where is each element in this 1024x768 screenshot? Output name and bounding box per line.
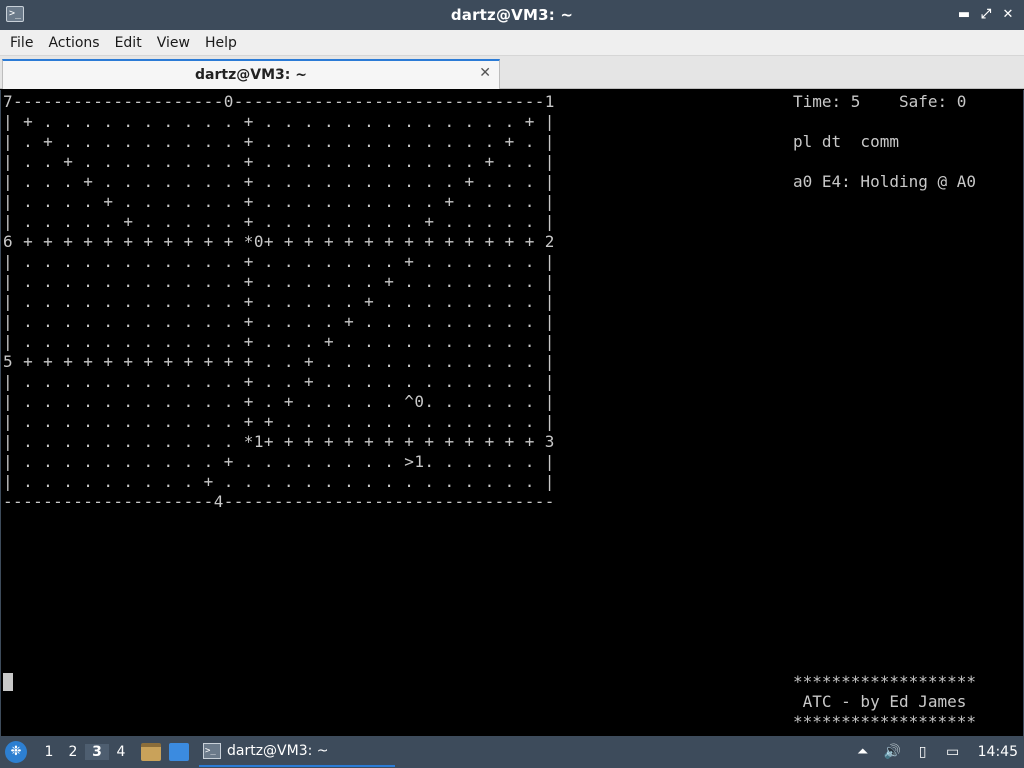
menu-view[interactable]: View xyxy=(151,35,196,51)
workspace-4[interactable]: 4 xyxy=(109,744,133,760)
file-manager-icon[interactable] xyxy=(141,743,161,761)
clipboard-icon[interactable]: ▯ xyxy=(914,743,932,761)
menu-edit[interactable]: Edit xyxy=(109,35,148,51)
atc-credits: ******************* ATC - by Ed James **… xyxy=(793,672,977,731)
workspace-1[interactable]: 1 xyxy=(37,744,61,760)
terminal-area[interactable]: 7---------------------0-----------------… xyxy=(0,90,1024,736)
system-tray: ⏶ 🔊 ▯ ▭ 14:45 xyxy=(854,736,1024,768)
minimize-button[interactable]: ▬ xyxy=(956,6,972,24)
atc-status-panel: Time: 5 Safe: 0 pl dt comm a0 E4: Holdin… xyxy=(793,92,977,191)
start-menu-icon[interactable]: ❉ xyxy=(5,741,27,763)
upload-icon[interactable]: ⏶ xyxy=(854,743,872,761)
menu-actions[interactable]: Actions xyxy=(42,35,105,51)
terminal-cursor xyxy=(3,673,13,691)
network-icon[interactable]: ▭ xyxy=(944,743,962,761)
menu-file[interactable]: File xyxy=(4,35,39,51)
workspace-3[interactable]: 3 xyxy=(85,744,109,760)
tab-label: dartz@VM3: ~ xyxy=(195,67,307,83)
window-titlebar[interactable]: >_ dartz@VM3: ~ ▬ ⤢ ✕ xyxy=(0,0,1024,30)
terminal-app-icon: >_ xyxy=(6,6,24,22)
terminal-tab[interactable]: dartz@VM3: ~ ✕ xyxy=(2,59,500,89)
volume-icon[interactable]: 🔊 xyxy=(884,743,902,761)
show-desktop-icon[interactable] xyxy=(169,743,189,761)
atc-radar-screen: 7---------------------0-----------------… xyxy=(3,92,555,511)
window-controls: ▬ ⤢ ✕ xyxy=(956,6,1016,24)
menu-help[interactable]: Help xyxy=(199,35,243,51)
window-title: dartz@VM3: ~ xyxy=(450,6,574,24)
taskbar: ❉ 1 2 3 4 >_ dartz@VM3: ~ ⏶ 🔊 ▯ ▭ 14:45 xyxy=(0,736,1024,768)
clock[interactable]: 14:45 xyxy=(978,744,1018,760)
tab-bar: dartz@VM3: ~ ✕ xyxy=(0,56,1024,89)
task-label: dartz@VM3: ~ xyxy=(227,743,329,759)
maximize-button[interactable]: ⤢ xyxy=(978,6,994,24)
close-button[interactable]: ✕ xyxy=(1000,6,1016,24)
tab-close-icon[interactable]: ✕ xyxy=(479,65,491,81)
workspace-2[interactable]: 2 xyxy=(61,744,85,760)
menu-bar: File Actions Edit View Help xyxy=(0,30,1024,56)
taskbar-task-terminal[interactable]: >_ dartz@VM3: ~ xyxy=(199,737,395,767)
terminal-task-icon: >_ xyxy=(203,743,221,759)
